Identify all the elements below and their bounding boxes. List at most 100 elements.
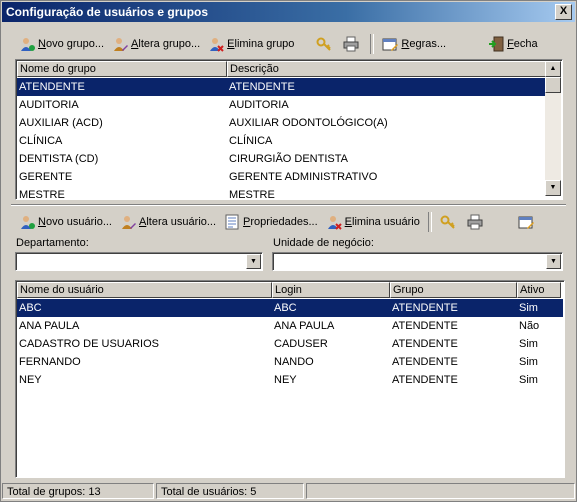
groups-scrollbar[interactable]: ▲ ▼ bbox=[545, 61, 561, 196]
users-list-header: Nome do usuário Login Grupo Ativo bbox=[17, 282, 561, 298]
edit-group-button[interactable]: Altera grupo... bbox=[108, 33, 204, 55]
column-header-group-name[interactable]: Nome do grupo bbox=[17, 61, 227, 77]
dropdown-arrow-icon[interactable]: ▼ bbox=[246, 254, 261, 269]
group-row[interactable]: AUXILIAR (ACD) AUXILIAR ODONTOLÓGICO(A) bbox=[17, 114, 546, 132]
exit-icon bbox=[488, 36, 504, 52]
group-row[interactable]: AUDITORIA AUDITORIA bbox=[17, 96, 546, 114]
column-header-active[interactable]: Ativo bbox=[517, 282, 561, 298]
user-row[interactable]: ABC ABC ATENDENTE Sim bbox=[17, 299, 563, 317]
rules-button[interactable]: Regras... bbox=[378, 33, 450, 55]
table-cell: MESTRE bbox=[19, 189, 65, 200]
business-unit-select[interactable]: ▼ bbox=[272, 252, 563, 271]
table-cell: Sim bbox=[519, 302, 538, 314]
table-cell: AUDITORIA bbox=[19, 99, 79, 111]
window-title: Configuração de usuários e grupos bbox=[6, 5, 209, 19]
table-cell: ANA PAULA bbox=[19, 320, 80, 332]
config-window: Configuração de usuários e grupos X Novo… bbox=[0, 0, 577, 502]
user-row[interactable]: CADASTRO DE USUARIOS CADUSER ATENDENTE Sim bbox=[17, 335, 563, 353]
user-rules-button[interactable] bbox=[514, 211, 541, 233]
properties-button[interactable]: Propriedades... bbox=[220, 211, 322, 233]
key-icon bbox=[440, 214, 456, 230]
department-select[interactable]: ▼ bbox=[15, 252, 263, 271]
table-cell: FERNANDO bbox=[19, 356, 81, 368]
table-cell: NEY bbox=[274, 374, 297, 386]
scrollbar-thumb[interactable] bbox=[545, 77, 561, 93]
user-edit-icon bbox=[112, 36, 129, 52]
groups-total-status: Total de grupos: 13 bbox=[2, 483, 154, 499]
close-label: Fecha bbox=[507, 38, 538, 50]
column-header-user-name[interactable]: Nome do usuário bbox=[17, 282, 272, 298]
table-cell: ATENDENTE bbox=[229, 81, 295, 93]
title-bar[interactable]: Configuração de usuários e grupos X bbox=[2, 2, 575, 22]
scroll-down-icon[interactable]: ▼ bbox=[545, 180, 561, 196]
delete-user-button[interactable]: Elimina usuário bbox=[322, 211, 424, 233]
table-cell: ATENDENTE bbox=[19, 81, 85, 93]
toolbar-separator bbox=[427, 212, 432, 232]
table-cell: Sim bbox=[519, 356, 538, 368]
table-cell: ATENDENTE bbox=[392, 338, 458, 350]
key-icon bbox=[316, 36, 332, 52]
column-header-login[interactable]: Login bbox=[272, 282, 390, 298]
users-list: Nome do usuário Login Grupo Ativo ABC ABC… bbox=[15, 280, 565, 478]
table-cell: Sim bbox=[519, 374, 538, 386]
table-cell: ABC bbox=[274, 302, 297, 314]
user-permissions-button[interactable] bbox=[436, 211, 463, 233]
table-cell: CIRURGIÃO DENTISTA bbox=[229, 153, 348, 165]
rules-icon bbox=[382, 36, 399, 52]
delete-user-label: Elimina usuário bbox=[344, 216, 420, 228]
print-groups-button[interactable] bbox=[339, 33, 366, 55]
new-user-label: Novo usuário... bbox=[38, 216, 112, 228]
user-row[interactable]: ANA PAULA ANA PAULA ATENDENTE Não bbox=[17, 317, 563, 335]
new-group-button[interactable]: Novo grupo... bbox=[15, 33, 108, 55]
table-cell: ATENDENTE bbox=[392, 374, 458, 386]
user-delete-icon bbox=[326, 214, 342, 230]
table-cell: GERENTE ADMINISTRATIVO bbox=[229, 171, 378, 183]
group-row[interactable]: MESTRE MESTRE bbox=[17, 186, 546, 200]
section-divider bbox=[11, 204, 566, 206]
toolbar-separator bbox=[370, 34, 375, 54]
user-row[interactable]: FERNANDO NANDO ATENDENTE Sim bbox=[17, 353, 563, 371]
edit-user-button[interactable]: Altera usuário... bbox=[116, 211, 220, 233]
delete-group-button[interactable]: Elimina grupo bbox=[204, 33, 298, 55]
users-toolbar: Novo usuário... Altera usuário... Propri… bbox=[15, 210, 541, 234]
printer-icon bbox=[467, 214, 483, 230]
groups-list: Nome do grupo Descrição ATENDENTE ATENDEN… bbox=[15, 59, 563, 200]
business-unit-label: Unidade de negócio: bbox=[273, 237, 374, 249]
table-cell: NEY bbox=[19, 374, 42, 386]
table-cell: AUDITORIA bbox=[229, 99, 289, 111]
close-window-button[interactable]: X bbox=[555, 4, 572, 20]
group-row[interactable]: DENTISTA (CD) CIRURGIÃO DENTISTA bbox=[17, 150, 546, 168]
delete-group-label: Elimina grupo bbox=[227, 38, 295, 50]
groups-list-header: Nome do grupo Descrição bbox=[17, 61, 546, 77]
table-cell: Sim bbox=[519, 338, 538, 350]
table-cell: AUXILIAR ODONTOLÓGICO(A) bbox=[229, 117, 388, 129]
user-edit-icon bbox=[120, 214, 136, 230]
new-user-button[interactable]: Novo usuário... bbox=[15, 211, 116, 233]
table-cell: Não bbox=[519, 320, 540, 332]
table-cell: CADUSER bbox=[274, 338, 328, 350]
print-users-button[interactable] bbox=[463, 211, 490, 233]
properties-label: Propriedades... bbox=[243, 216, 318, 228]
user-row[interactable]: NEY NEY ATENDENTE Sim bbox=[17, 371, 563, 389]
group-row[interactable]: CLÍNICA CLÍNICA bbox=[17, 132, 546, 150]
group-row[interactable]: GERENTE GERENTE ADMINISTRATIVO bbox=[17, 168, 546, 186]
column-header-description[interactable]: Descrição bbox=[227, 61, 546, 77]
user-delete-icon bbox=[208, 36, 224, 52]
table-cell: GERENTE bbox=[19, 171, 73, 183]
close-button[interactable]: Fecha bbox=[484, 33, 542, 55]
new-group-label: Novo grupo... bbox=[38, 38, 105, 50]
group-row[interactable]: ATENDENTE ATENDENTE bbox=[17, 78, 546, 96]
table-cell: NANDO bbox=[274, 356, 314, 368]
table-cell: ATENDENTE bbox=[392, 356, 458, 368]
column-header-group[interactable]: Grupo bbox=[390, 282, 517, 298]
table-cell: ABC bbox=[19, 302, 42, 314]
table-cell: CADASTRO DE USUARIOS bbox=[19, 338, 159, 350]
scroll-up-icon[interactable]: ▲ bbox=[545, 61, 561, 77]
dropdown-arrow-icon[interactable]: ▼ bbox=[546, 254, 561, 269]
group-permissions-button[interactable] bbox=[312, 33, 339, 55]
rules-label: Regras... bbox=[401, 38, 447, 50]
status-bar: Total de grupos: 13 Total de usuários: 5 bbox=[2, 483, 575, 501]
rules-icon bbox=[518, 214, 534, 230]
table-cell: ATENDENTE bbox=[392, 302, 458, 314]
table-cell: AUXILIAR (ACD) bbox=[19, 117, 103, 129]
